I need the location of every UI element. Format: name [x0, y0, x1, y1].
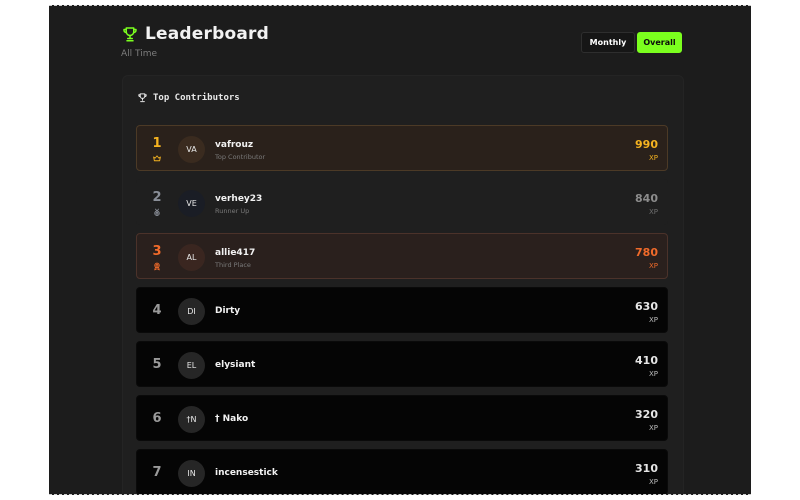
rank-number: 7 [152, 465, 162, 480]
leaderboard-row[interactable]: 7 IN incensestick 310 XP [136, 449, 668, 494]
avatar[interactable]: DI [178, 298, 205, 325]
username[interactable]: † Nako [215, 414, 248, 424]
title-row: Leaderboard [121, 24, 269, 44]
leaderboard-app: Leaderboard All Time Monthly Overall Top… [49, 5, 751, 495]
username[interactable]: verhey23 [215, 194, 262, 204]
username[interactable]: incensestick [215, 468, 278, 478]
trophy-icon [138, 93, 147, 103]
rank-title: Runner Up [215, 207, 250, 215]
leaderboard-row[interactable]: 6 †N † Nako 320 XP [136, 395, 668, 441]
avatar[interactable]: EL [178, 352, 205, 379]
username[interactable]: elysiant [215, 360, 255, 370]
page-title: Leaderboard [145, 24, 269, 44]
overall-button[interactable]: Overall [637, 32, 682, 53]
crown-icon [153, 155, 161, 162]
rank-title: Top Contributor [215, 153, 266, 161]
score-value: 320 [635, 408, 658, 421]
score-unit: XP [648, 316, 658, 324]
page-header: Leaderboard All Time [121, 24, 269, 59]
contributors-panel: Top Contributors 1 VA vafrouz Top Contribut… [122, 75, 684, 494]
rank-title: Third Place [215, 261, 251, 269]
page-subtitle: All Time [121, 49, 158, 59]
score-value: 840 [635, 192, 658, 205]
period-toggle: Monthly Overall [581, 32, 682, 53]
rank-number: 6 [152, 411, 162, 426]
rank-number: 5 [152, 357, 162, 372]
score-unit: XP [648, 370, 658, 378]
score-unit: XP [648, 478, 658, 486]
avatar[interactable]: AL [178, 244, 205, 271]
rank-number: 3 [152, 244, 162, 259]
medal-icon [154, 208, 160, 216]
trophy-icon [123, 27, 137, 42]
username[interactable]: Dirty [215, 306, 240, 316]
panel-header: Top Contributors [137, 92, 240, 103]
score-value: 780 [635, 246, 658, 259]
score-unit: XP [648, 262, 658, 270]
rank-number: 2 [152, 190, 162, 205]
leaderboard-row[interactable]: 2 VE verhey23 Runner Up 840 XP [136, 179, 668, 225]
score-value: 410 [635, 354, 658, 367]
score-unit: XP [648, 208, 658, 216]
avatar[interactable]: IN [178, 460, 205, 487]
score-unit: XP [648, 424, 658, 432]
leaderboard-row[interactable]: 4 DI Dirty 630 XP [136, 287, 668, 333]
score-value: 990 [635, 138, 658, 151]
username[interactable]: allie417 [215, 248, 255, 258]
leaderboard-row[interactable]: 1 VA vafrouz Top Contributor 990 XP [136, 125, 668, 171]
monthly-button[interactable]: Monthly [581, 32, 635, 53]
panel-title: Top Contributors [153, 92, 240, 103]
leaderboard-row[interactable]: 3 AL allie417 Third Place 780 XP [136, 233, 668, 279]
leaderboard-row[interactable]: 5 EL elysiant 410 XP [136, 341, 668, 387]
avatar[interactable]: VE [178, 190, 205, 217]
score-value: 310 [635, 462, 658, 475]
score-unit: XP [648, 154, 658, 162]
avatar[interactable]: †N [178, 406, 205, 433]
username[interactable]: vafrouz [215, 140, 253, 150]
award-icon [154, 262, 160, 271]
rank-number: 4 [152, 303, 162, 318]
rank-number: 1 [152, 136, 162, 151]
score-value: 630 [635, 300, 658, 313]
avatar[interactable]: VA [178, 136, 205, 163]
